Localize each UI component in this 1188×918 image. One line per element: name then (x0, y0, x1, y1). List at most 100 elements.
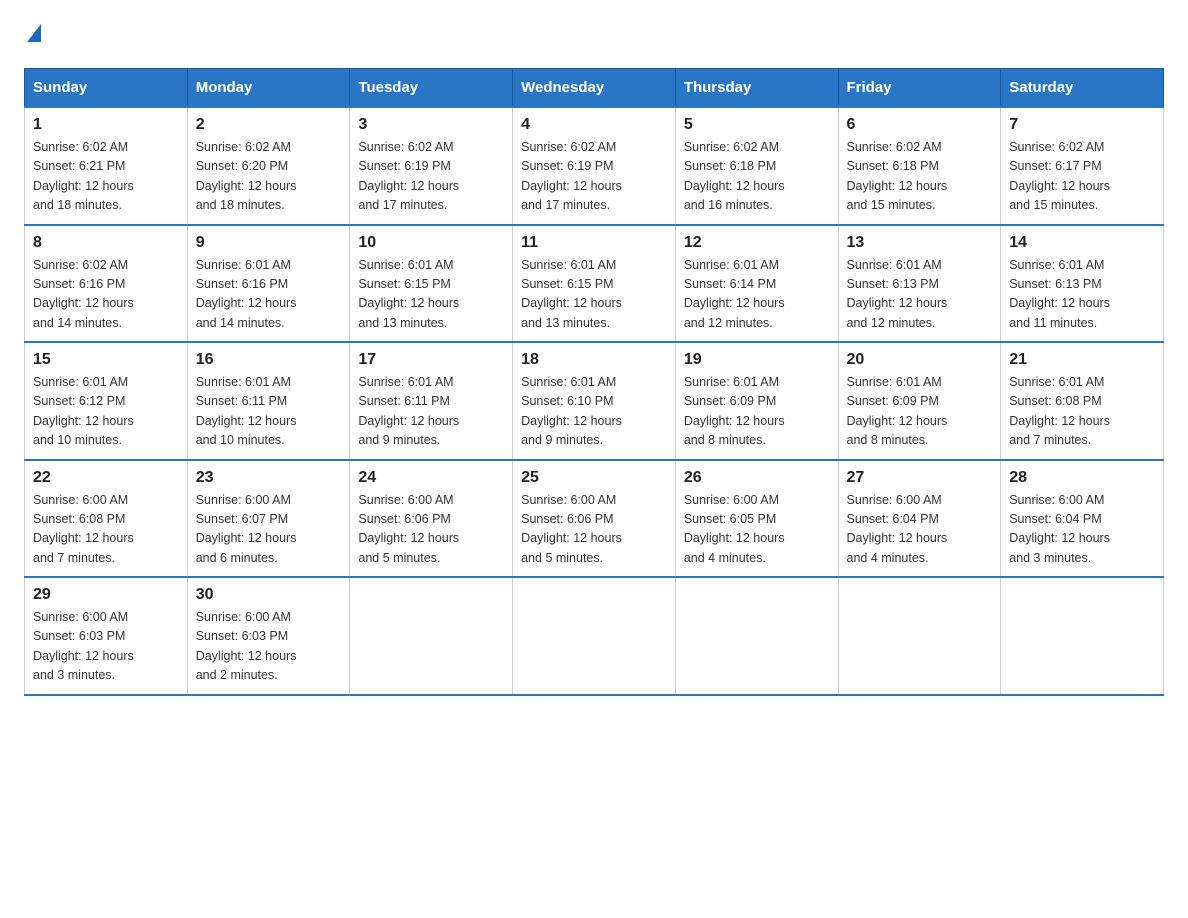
day-number: 4 (521, 116, 667, 134)
day-info: Sunrise: 6:02 AMSunset: 6:21 PMDaylight:… (33, 138, 179, 216)
day-number: 20 (847, 351, 993, 369)
column-header-thursday: Thursday (675, 69, 838, 108)
calendar-cell: 1 Sunrise: 6:02 AMSunset: 6:21 PMDaylight… (25, 107, 188, 225)
day-number: 12 (684, 234, 830, 252)
day-number: 2 (196, 116, 342, 134)
calendar-cell: 2 Sunrise: 6:02 AMSunset: 6:20 PMDaylight… (187, 107, 350, 225)
day-info: Sunrise: 6:00 AMSunset: 6:06 PMDaylight:… (358, 491, 504, 569)
day-number: 30 (196, 586, 342, 604)
calendar-cell: 26 Sunrise: 6:00 AMSunset: 6:05 PMDayligh… (675, 460, 838, 578)
day-number: 22 (33, 469, 179, 487)
calendar-cell: 27 Sunrise: 6:00 AMSunset: 6:04 PMDayligh… (838, 460, 1001, 578)
day-info: Sunrise: 6:02 AMSunset: 6:18 PMDaylight:… (847, 138, 993, 216)
calendar-table: SundayMondayTuesdayWednesdayThursdayFrid… (24, 68, 1164, 696)
day-number: 28 (1009, 469, 1155, 487)
calendar-cell (513, 577, 676, 695)
day-info: Sunrise: 6:02 AMSunset: 6:19 PMDaylight:… (358, 138, 504, 216)
calendar-cell: 3 Sunrise: 6:02 AMSunset: 6:19 PMDaylight… (350, 107, 513, 225)
day-info: Sunrise: 6:00 AMSunset: 6:06 PMDaylight:… (521, 491, 667, 569)
calendar-cell: 29 Sunrise: 6:00 AMSunset: 6:03 PMDayligh… (25, 577, 188, 695)
day-number: 3 (358, 116, 504, 134)
day-number: 17 (358, 351, 504, 369)
day-info: Sunrise: 6:01 AMSunset: 6:09 PMDaylight:… (847, 373, 993, 451)
day-number: 10 (358, 234, 504, 252)
calendar-cell (350, 577, 513, 695)
calendar-cell: 18 Sunrise: 6:01 AMSunset: 6:10 PMDayligh… (513, 342, 676, 460)
column-header-saturday: Saturday (1001, 69, 1164, 108)
calendar-cell (675, 577, 838, 695)
calendar-cell: 21Sunrise: 6:01 AMSunset: 6:08 PMDayligh… (1001, 342, 1164, 460)
column-header-friday: Friday (838, 69, 1001, 108)
day-number: 8 (33, 234, 179, 252)
day-number: 21 (1009, 351, 1155, 369)
day-number: 13 (847, 234, 993, 252)
day-info: Sunrise: 6:01 AMSunset: 6:14 PMDaylight:… (684, 256, 830, 334)
calendar-cell: 30 Sunrise: 6:00 AMSunset: 6:03 PMDayligh… (187, 577, 350, 695)
calendar-cell: 22 Sunrise: 6:00 AMSunset: 6:08 PMDayligh… (25, 460, 188, 578)
day-number: 14 (1009, 234, 1155, 252)
day-info: Sunrise: 6:01 AMSunset: 6:12 PMDaylight:… (33, 373, 179, 451)
column-header-wednesday: Wednesday (513, 69, 676, 108)
calendar-cell: 4 Sunrise: 6:02 AMSunset: 6:19 PMDaylight… (513, 107, 676, 225)
day-info: Sunrise: 6:02 AMSunset: 6:19 PMDaylight:… (521, 138, 667, 216)
calendar-cell (838, 577, 1001, 695)
day-info: Sunrise: 6:01 AMSunset: 6:13 PMDaylight:… (1009, 256, 1155, 334)
day-info: Sunrise: 6:01 AMSunset: 6:15 PMDaylight:… (358, 256, 504, 334)
calendar-cell: 23 Sunrise: 6:00 AMSunset: 6:07 PMDayligh… (187, 460, 350, 578)
day-number: 29 (33, 586, 179, 604)
logo (24, 24, 41, 48)
day-info: Sunrise: 6:00 AMSunset: 6:05 PMDaylight:… (684, 491, 830, 569)
column-header-tuesday: Tuesday (350, 69, 513, 108)
calendar-cell: 13 Sunrise: 6:01 AMSunset: 6:13 PMDayligh… (838, 225, 1001, 343)
day-info: Sunrise: 6:00 AMSunset: 6:07 PMDaylight:… (196, 491, 342, 569)
day-info: Sunrise: 6:01 AMSunset: 6:09 PMDaylight:… (684, 373, 830, 451)
day-number: 25 (521, 469, 667, 487)
calendar-cell: 5Sunrise: 6:02 AMSunset: 6:18 PMDaylight… (675, 107, 838, 225)
column-header-monday: Monday (187, 69, 350, 108)
day-number: 6 (847, 116, 993, 134)
day-number: 1 (33, 116, 179, 134)
calendar-cell: 24 Sunrise: 6:00 AMSunset: 6:06 PMDayligh… (350, 460, 513, 578)
calendar-cell: 8 Sunrise: 6:02 AMSunset: 6:16 PMDaylight… (25, 225, 188, 343)
calendar-week-row: 15 Sunrise: 6:01 AMSunset: 6:12 PMDayligh… (25, 342, 1164, 460)
calendar-cell: 19 Sunrise: 6:01 AMSunset: 6:09 PMDayligh… (675, 342, 838, 460)
day-info: Sunrise: 6:02 AMSunset: 6:16 PMDaylight:… (33, 256, 179, 334)
day-info: Sunrise: 6:00 AMSunset: 6:04 PMDaylight:… (1009, 491, 1155, 569)
day-number: 5 (684, 116, 830, 134)
day-number: 9 (196, 234, 342, 252)
day-number: 26 (684, 469, 830, 487)
calendar-cell: 16Sunrise: 6:01 AMSunset: 6:11 PMDayligh… (187, 342, 350, 460)
calendar-cell: 12 Sunrise: 6:01 AMSunset: 6:14 PMDayligh… (675, 225, 838, 343)
logo-triangle-icon (27, 24, 41, 42)
calendar-cell: 11 Sunrise: 6:01 AMSunset: 6:15 PMDayligh… (513, 225, 676, 343)
day-info: Sunrise: 6:02 AMSunset: 6:17 PMDaylight:… (1009, 138, 1155, 216)
day-number: 16 (196, 351, 342, 369)
calendar-cell: 28 Sunrise: 6:00 AMSunset: 6:04 PMDayligh… (1001, 460, 1164, 578)
calendar-cell: 25 Sunrise: 6:00 AMSunset: 6:06 PMDayligh… (513, 460, 676, 578)
day-info: Sunrise: 6:00 AMSunset: 6:03 PMDaylight:… (33, 608, 179, 686)
calendar-cell: 7 Sunrise: 6:02 AMSunset: 6:17 PMDaylight… (1001, 107, 1164, 225)
day-number: 15 (33, 351, 179, 369)
day-info: Sunrise: 6:01 AMSunset: 6:10 PMDaylight:… (521, 373, 667, 451)
day-info: Sunrise: 6:00 AMSunset: 6:04 PMDaylight:… (847, 491, 993, 569)
day-info: Sunrise: 6:01 AMSunset: 6:16 PMDaylight:… (196, 256, 342, 334)
day-info: Sunrise: 6:01 AMSunset: 6:13 PMDaylight:… (847, 256, 993, 334)
calendar-week-row: 8 Sunrise: 6:02 AMSunset: 6:16 PMDaylight… (25, 225, 1164, 343)
day-number: 27 (847, 469, 993, 487)
day-info: Sunrise: 6:01 AMSunset: 6:15 PMDaylight:… (521, 256, 667, 334)
day-number: 7 (1009, 116, 1155, 134)
day-info: Sunrise: 6:01 AMSunset: 6:11 PMDaylight:… (358, 373, 504, 451)
calendar-cell: 20 Sunrise: 6:01 AMSunset: 6:09 PMDayligh… (838, 342, 1001, 460)
day-number: 23 (196, 469, 342, 487)
day-info: Sunrise: 6:00 AMSunset: 6:08 PMDaylight:… (33, 491, 179, 569)
day-info: Sunrise: 6:02 AMSunset: 6:20 PMDaylight:… (196, 138, 342, 216)
calendar-cell: 10 Sunrise: 6:01 AMSunset: 6:15 PMDayligh… (350, 225, 513, 343)
calendar-cell (1001, 577, 1164, 695)
day-number: 18 (521, 351, 667, 369)
day-info: Sunrise: 6:00 AMSunset: 6:03 PMDaylight:… (196, 608, 342, 686)
day-number: 11 (521, 234, 667, 252)
day-number: 24 (358, 469, 504, 487)
column-header-sunday: Sunday (25, 69, 188, 108)
calendar-cell: 6 Sunrise: 6:02 AMSunset: 6:18 PMDaylight… (838, 107, 1001, 225)
day-number: 19 (684, 351, 830, 369)
